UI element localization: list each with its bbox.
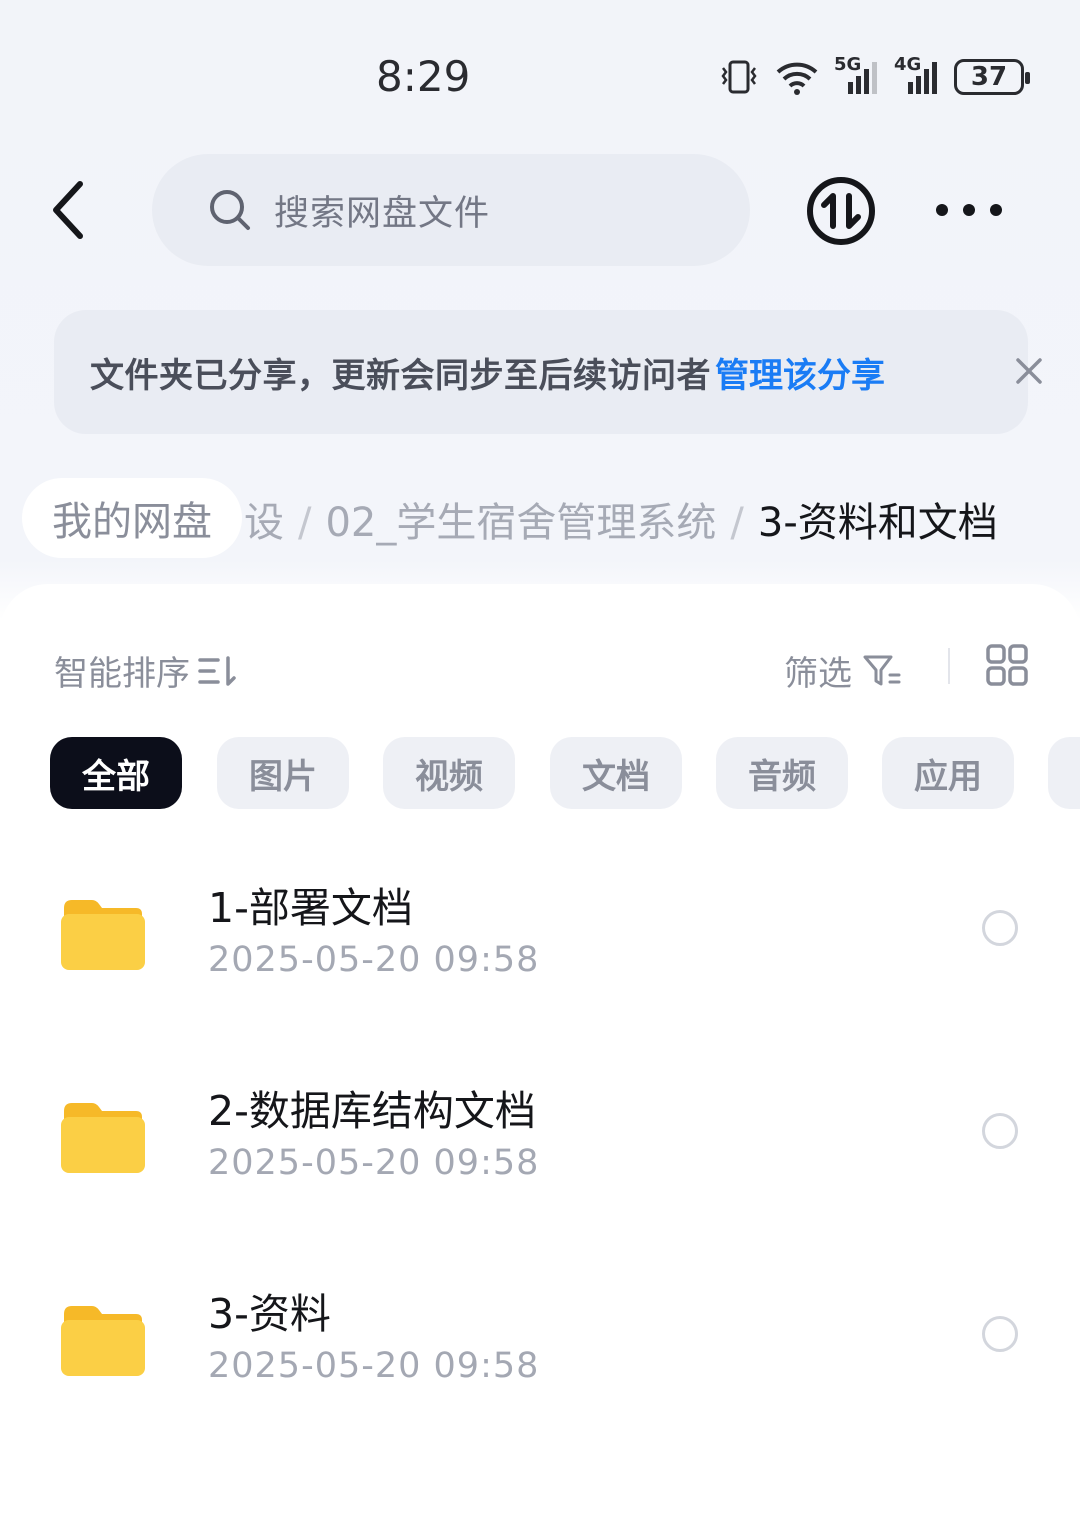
close-icon[interactable] xyxy=(1014,356,1044,386)
chip-apps[interactable]: 应用 xyxy=(882,737,1014,809)
chip-images[interactable]: 图片 xyxy=(217,737,349,809)
signal-5g-icon: 5G xyxy=(834,54,880,96)
file-name: 2-数据库结构文档 xyxy=(208,1087,536,1135)
chip-all[interactable]: 全部 xyxy=(50,737,182,809)
search-icon xyxy=(210,190,250,230)
breadcrumb-home[interactable]: 我的网盘 xyxy=(22,478,242,558)
file-row[interactable]: 1-部署文档 2025-05-20 09:58 xyxy=(0,874,1080,1044)
share-notice-text: 文件夹已分享，更新会同步至后续访问者 xyxy=(90,355,711,396)
battery-icon: 37 xyxy=(954,59,1030,95)
sort-label: 智能排序 xyxy=(54,654,190,694)
file-name: 3-资料 xyxy=(208,1290,331,1338)
breadcrumb-item[interactable]: 02_学生宿舍管理系统 xyxy=(325,500,716,546)
more-dot-icon xyxy=(963,204,975,216)
wifi-icon xyxy=(776,62,818,95)
toolbar-divider xyxy=(948,648,950,684)
breadcrumb-item[interactable]: 设 xyxy=(244,500,284,546)
file-list-panel: 智能排序 筛选 全部 图片 视频 文档 音频 应用 1-部署文档 2025-05… xyxy=(0,584,1080,1522)
file-name: 1-部署文档 xyxy=(208,884,413,932)
breadcrumb: 设 / 02_学生宿舍管理系统 / 3-资料和文档 我的网盘 xyxy=(0,470,1080,560)
category-chips: 全部 图片 视频 文档 音频 应用 xyxy=(50,737,1080,809)
chip-audio[interactable]: 音频 xyxy=(716,737,848,809)
folder-icon xyxy=(61,900,145,970)
more-options-button[interactable] xyxy=(936,196,1002,224)
chevron-left-icon xyxy=(53,181,83,239)
breadcrumb-separator: / xyxy=(298,500,312,546)
select-checkbox[interactable] xyxy=(982,910,1018,946)
file-date: 2025-05-20 09:58 xyxy=(208,1143,540,1183)
chip-videos[interactable]: 视频 xyxy=(383,737,515,809)
folder-icon xyxy=(61,1103,145,1173)
chip-documents[interactable]: 文档 xyxy=(550,737,682,809)
filter-label: 筛选 xyxy=(784,654,852,694)
file-row[interactable]: 3-资料 2025-05-20 09:58 xyxy=(0,1280,1080,1450)
more-dot-icon xyxy=(990,204,1002,216)
chip-more[interactable] xyxy=(1048,737,1080,809)
grid-view-icon[interactable] xyxy=(986,644,1028,686)
status-icons: 5G 4G 37 xyxy=(718,54,1030,96)
sort-button[interactable]: 智能排序 xyxy=(54,646,238,695)
folder-icon xyxy=(61,1306,145,1376)
breadcrumb-current: 3-资料和文档 xyxy=(757,500,998,546)
filter-icon xyxy=(863,655,901,685)
transfer-icon[interactable] xyxy=(806,176,876,246)
signal-4g-icon: 4G xyxy=(894,54,940,96)
file-row[interactable]: 2-数据库结构文档 2025-05-20 09:58 xyxy=(0,1077,1080,1247)
search-placeholder: 搜索网盘文件 xyxy=(274,193,491,234)
status-time: 8:29 xyxy=(376,52,471,101)
sort-icon xyxy=(198,655,236,686)
breadcrumb-separator: / xyxy=(730,500,744,546)
select-checkbox[interactable] xyxy=(982,1113,1018,1149)
file-date: 2025-05-20 09:58 xyxy=(208,940,540,980)
select-checkbox[interactable] xyxy=(982,1316,1018,1352)
search-input[interactable]: 搜索网盘文件 xyxy=(152,154,750,266)
back-button[interactable] xyxy=(38,176,98,244)
manage-share-link[interactable]: 管理该分享 xyxy=(715,348,885,397)
more-dot-icon xyxy=(936,204,948,216)
vibrate-icon xyxy=(721,60,757,94)
filter-button[interactable]: 筛选 xyxy=(784,646,902,695)
share-notice-banner: 文件夹已分享，更新会同步至后续访问者 管理该分享 xyxy=(54,310,1042,434)
breadcrumb-trail: 设 / 02_学生宿舍管理系统 / 3-资料和文档 xyxy=(244,490,998,548)
file-date: 2025-05-20 09:58 xyxy=(208,1346,540,1386)
